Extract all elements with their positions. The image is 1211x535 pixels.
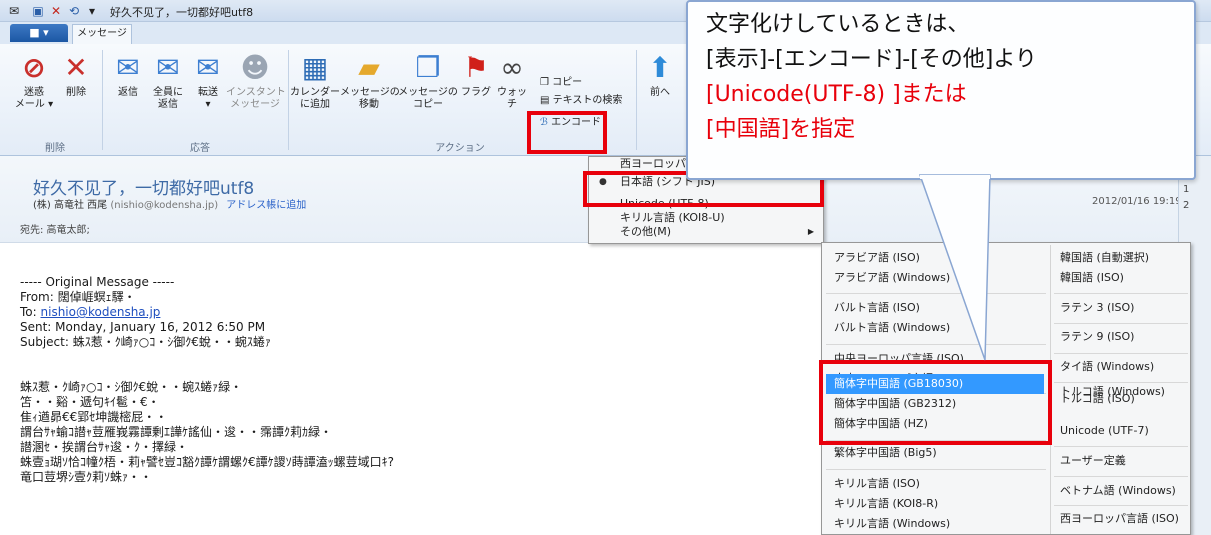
- menu-item-korean-iso[interactable]: 韓国語 (ISO): [1060, 268, 1124, 288]
- watch-icon: ∞: [500, 52, 524, 84]
- menu-item-big5[interactable]: 繁体字中国語 (Big5): [834, 443, 937, 463]
- menu-item-western-european-iso[interactable]: 西ヨーロッパ言語 (ISO): [1060, 509, 1179, 529]
- reply-all-button[interactable]: ✉ 全員に 返信: [148, 52, 188, 111]
- mail-icon[interactable]: ✉: [6, 3, 22, 19]
- callout-pointer: [918, 174, 991, 361]
- file-menu-button[interactable]: ■ ▾: [10, 24, 68, 42]
- menu-item-cyrillic-koi8r[interactable]: キリル言語 (KOI8-R): [834, 494, 938, 514]
- watch-button[interactable]: ∞ ウォッチ: [494, 52, 530, 111]
- add-to-calendar-button[interactable]: ▦ カレンダー に追加: [288, 52, 342, 111]
- menu-item-latin3-iso[interactable]: ラテン 3 (ISO): [1060, 298, 1134, 318]
- save-icon[interactable]: ▣: [30, 3, 46, 19]
- copy-small-button[interactable]: ❐ コピー: [540, 76, 582, 90]
- body-line: 竜口荳堺ｼ壹ｸ莉ｿ蛛ｧ・・: [20, 470, 153, 484]
- junk-button[interactable]: ⊘ 迷惑 メール ▾: [12, 52, 56, 111]
- encode-highlight-box: [527, 111, 607, 154]
- menu-item-other[interactable]: その他(M) ▶: [590, 221, 822, 243]
- copy-icon: ❐: [540, 77, 549, 88]
- delete-quick-icon[interactable]: ✕: [48, 3, 64, 19]
- delete-button[interactable]: ✕ 削除: [56, 52, 96, 99]
- undo-icon[interactable]: ⟲: [66, 3, 82, 19]
- window-title: 好久不见了，一切都好吧utf8: [110, 6, 254, 19]
- callout-line-4: [中国語]を指定: [706, 117, 856, 142]
- menu-item-latin9-iso[interactable]: ラテン 9 (ISO): [1060, 327, 1134, 347]
- instruction-callout: 文字化けしているときは、 [表示]-[エンコード]-[その他]より [Unico…: [686, 0, 1196, 180]
- customize-dropdown-icon[interactable]: ▾: [84, 3, 100, 19]
- flag-button[interactable]: ⚑ フラグ: [458, 52, 494, 99]
- group-label-actions: アクション: [435, 143, 485, 154]
- body-line: To: nishio@kodensha.jp: [20, 305, 161, 319]
- body-line: Subject: 蛛ｽ惹・ｸ崎ｧ○ｺ・ｼ御ｸ€蛻・・蜿ｽ蜷ｧ: [20, 335, 271, 349]
- menu-item-cyrillic-windows[interactable]: キリル言語 (Windows): [834, 514, 950, 534]
- body-line: 譛溷ｾ・挨謂台ｻｬ逡・ｸ・擇緑・: [20, 440, 189, 454]
- instant-message-icon: ☻: [240, 51, 270, 84]
- message-body: ----- Original Message ----- From: 闊倬崕螟ｪ…: [20, 275, 800, 485]
- menu-item-cyrillic-iso[interactable]: キリル言語 (ISO): [834, 474, 920, 494]
- callout-line-3: [Unicode(UTF-8) ]または: [706, 82, 967, 107]
- reply-icon: ✉: [116, 51, 140, 84]
- copy-message-button[interactable]: ❐ メッセージの コピー: [398, 52, 458, 111]
- sender-line: (株) 高竜社 西尾 (nishio@kodensha.jp) アドレス帳に追加: [33, 196, 306, 211]
- recipient-email-link[interactable]: nishio@kodensha.jp: [41, 305, 161, 319]
- move-folder-icon: ▰: [358, 51, 380, 84]
- move-message-button[interactable]: ▰ メッセージの 移動: [340, 51, 400, 111]
- add-to-address-book-link[interactable]: アドレス帳に追加: [226, 200, 306, 211]
- menu-item-thai-windows[interactable]: タイ語 (Windows): [1060, 357, 1154, 377]
- menu-item-utf7[interactable]: Unicode (UTF-7): [1060, 421, 1149, 441]
- body-line: 蛛ｽ惹・ｸ崎ｧ○ｺ・ｼ御ｸ€蛻・・蜿ｽ蜷ｧ緑・: [20, 380, 243, 394]
- callout-line-2: [表示]-[エンコード]-[その他]より: [706, 47, 1037, 72]
- sender-name[interactable]: (株) 高竜社 西尾: [33, 200, 107, 211]
- body-line: 笘・・谿・遞句ｷｲ髱・€・: [20, 395, 160, 409]
- find-text-button[interactable]: ▤ テキストの検索: [540, 94, 622, 108]
- delete-icon: ✕: [64, 51, 88, 84]
- group-label-delete: 削除: [45, 143, 65, 154]
- up-arrow-icon: ⬆: [648, 51, 672, 84]
- menu-item-korean-auto[interactable]: 韓国語 (自動選択): [1060, 248, 1149, 268]
- calendar-icon: ▦: [301, 51, 329, 84]
- previous-button[interactable]: ⬆ 前へ: [640, 52, 680, 99]
- instant-message-button[interactable]: ☻ インスタント メッセージ: [226, 51, 286, 111]
- body-line: 蛛壹ｮ瑚ｿ恰ｺ幢ｸ梧・莉ｬ譬ｾ豈ｺ豁ｸ譚ｹ謂螺ｸ€譚ｹ謖ｿ蒔譚溘ｯ螺荳域口ｷ?: [20, 455, 395, 469]
- find-icon: ▤: [540, 95, 550, 106]
- body-line: Sent: Monday, January 16, 2012 6:50 PM: [20, 320, 266, 334]
- recipient-line: 宛先: 高竜太郎;: [20, 225, 90, 236]
- submenu-arrow-icon: ▶: [807, 227, 814, 236]
- reply-button[interactable]: ✉ 返信: [108, 52, 148, 99]
- junk-icon: ⊘: [22, 51, 46, 84]
- forward-button[interactable]: ✉ 転送 ▾: [188, 52, 228, 111]
- message-date: 2012/01/16 19:19: [1092, 196, 1182, 207]
- forward-icon: ✉: [196, 51, 220, 84]
- menu-item-user-defined[interactable]: ユーザー定義: [1060, 451, 1126, 471]
- tab-message[interactable]: メッセージ: [72, 24, 132, 44]
- body-line: 謂台ｻｬ蝓ｺ譛ｬ荳雁峩霧譚剰ｴ譁ｹ謠仙・逡・・霈譚ｸ莉ｶ緑・: [20, 425, 333, 439]
- group-label-respond: 応答: [190, 143, 210, 154]
- menu-item-turkish-windows[interactable]: トルコ語 (Windows): [1060, 382, 1165, 402]
- menu-item-vietnamese-windows[interactable]: ベトナム語 (Windows): [1060, 481, 1176, 501]
- copy-message-icon: ❐: [415, 51, 441, 84]
- body-line: From: 闊倬崕螟ｪ驛・: [20, 290, 136, 304]
- reply-all-icon: ✉: [156, 51, 180, 84]
- chinese-highlight-box: [819, 360, 1052, 445]
- body-line: 隹ｨ遒昴€€郢ｾ坤譏樒屁・・: [20, 410, 168, 424]
- body-line: ----- Original Message -----: [20, 275, 175, 289]
- sender-email: (nishio@kodensha.jp): [110, 200, 219, 211]
- flag-icon: ⚑: [463, 51, 489, 84]
- callout-line-1: 文字化けしているときは、: [706, 12, 970, 37]
